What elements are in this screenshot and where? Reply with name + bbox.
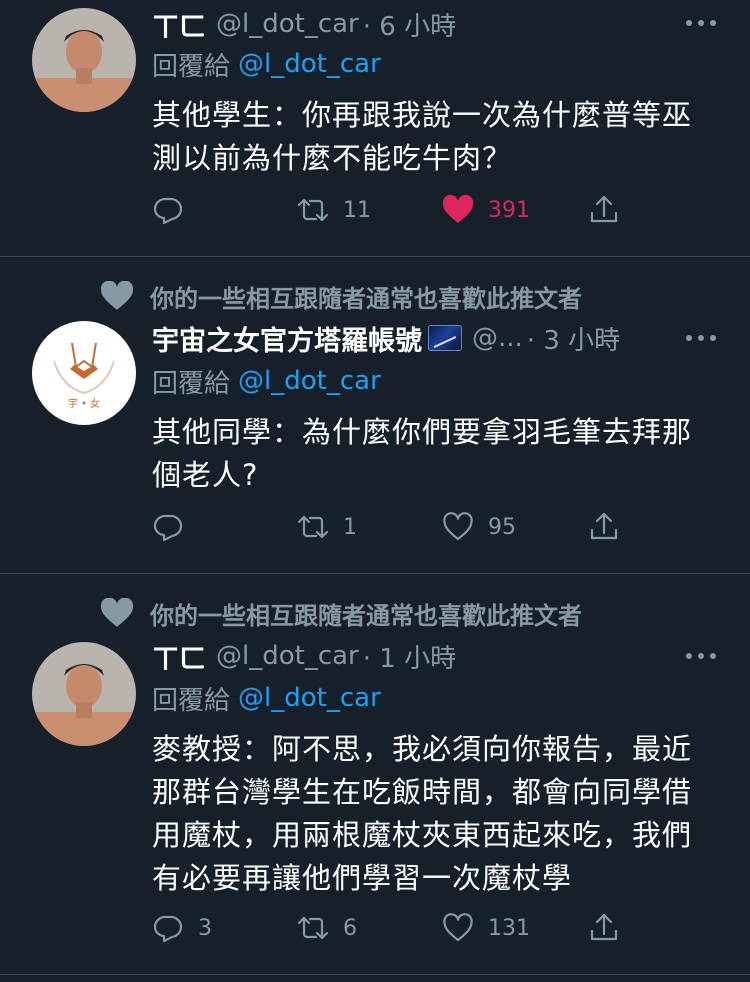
retweet-button[interactable]: 1 <box>297 507 357 547</box>
user-handle[interactable]: @l_dot_car <box>216 641 359 671</box>
share-icon <box>590 195 618 223</box>
heart-icon <box>443 512 473 541</box>
social-context: 你的一些相互跟隨者通常也喜歡此推文者 <box>100 276 582 316</box>
social-context-text: 你的一些相互跟隨者通常也喜歡此推文者 <box>150 601 582 630</box>
avatar[interactable]: 宇 • 女 <box>32 321 136 425</box>
tweet-text-line: 有必要再讓他們學習一次魔杖學 <box>152 861 573 895</box>
divider <box>0 974 750 975</box>
reply-label: 回覆給 <box>152 685 231 716</box>
reply-to-link[interactable]: @l_dot_car <box>238 366 381 396</box>
timestamp[interactable]: · 3 小時 <box>527 320 620 357</box>
like-count: 131 <box>488 915 530 941</box>
reply-label: 回覆給 <box>152 368 231 399</box>
share-button[interactable] <box>588 908 620 948</box>
avatar[interactable] <box>32 8 136 112</box>
tweet-3[interactable]: 你的一些相互跟隨者通常也喜歡此推文者 ㄒㄈ @l_dot_car · 1 小時 … <box>0 574 750 974</box>
retweet-icon <box>297 198 329 222</box>
reply-icon <box>153 197 183 225</box>
heart-icon <box>100 281 134 310</box>
retweet-count: 6 <box>343 915 357 941</box>
reply-count: 3 <box>198 915 212 941</box>
tweet-actions: 3 6 131 <box>152 908 632 948</box>
reply-context: 回覆給 @l_dot_car <box>152 361 381 401</box>
retweet-count: 11 <box>343 197 371 223</box>
tweet-actions: 11 391 <box>152 190 632 230</box>
display-name[interactable]: ㄒㄈ <box>152 5 206 44</box>
tweet-text-line: 用魔杖，用兩根魔杖夾東西起來吃，我們 <box>152 818 693 852</box>
tweet-text: 麥教授：阿不思，我必須向你報告，最近 那群台灣學生在吃飯時間，都會向同學借 用魔… <box>152 728 712 900</box>
like-count: 95 <box>488 514 516 540</box>
tweet-2[interactable]: 你的一些相互跟隨者通常也喜歡此推文者 宇 • 女 宇宙之女官方塔羅帳號 @...… <box>0 257 750 573</box>
tweet-text-line: 個老人? <box>152 458 259 492</box>
retweet-button[interactable]: 6 <box>297 908 357 948</box>
retweet-button[interactable]: 11 <box>297 190 371 230</box>
tweet-text-line: 麥教授：阿不思，我必須向你報告，最近 <box>152 732 693 766</box>
user-handle[interactable]: @... <box>472 323 523 353</box>
user-handle[interactable]: @l_dot_car <box>216 9 359 39</box>
display-name[interactable]: 宇宙之女官方塔羅帳號 <box>152 319 422 358</box>
reply-icon <box>153 514 183 542</box>
tweet-text-line: 測以前為什麼不能吃牛肉？ <box>152 141 513 175</box>
svg-text:宇 • 女: 宇 • 女 <box>68 397 100 410</box>
tweet-feed: ㄒㄈ @l_dot_car · 6 小時 回覆給 @l_dot_car 其他學生… <box>0 0 750 982</box>
display-name[interactable]: ㄒㄈ <box>152 637 206 676</box>
heart-icon <box>443 913 473 942</box>
reply-button[interactable]: 3 <box>152 908 212 948</box>
share-icon <box>590 512 618 540</box>
timestamp[interactable]: · 1 小時 <box>363 638 456 675</box>
like-button[interactable]: 391 <box>442 190 530 230</box>
like-button[interactable]: 131 <box>442 908 530 948</box>
tweet-text-line: 其他學生：你再跟我說一次為什麼普等巫 <box>152 98 693 132</box>
heart-icon <box>442 194 474 223</box>
social-context-text: 你的一些相互跟隨者通常也喜歡此推文者 <box>150 284 582 313</box>
retweet-icon <box>297 515 329 539</box>
retweet-icon <box>297 916 329 940</box>
tweet-1[interactable]: ㄒㄈ @l_dot_car · 6 小時 回覆給 @l_dot_car 其他學生… <box>0 0 750 256</box>
reply-label: 回覆給 <box>152 51 231 82</box>
share-button[interactable] <box>588 190 620 230</box>
tweet-text-line: 那群台灣學生在吃飯時間，都會向同學借 <box>152 775 693 809</box>
avatar[interactable] <box>32 642 136 746</box>
more-icon[interactable] <box>686 18 716 28</box>
share-button[interactable] <box>588 507 620 547</box>
timestamp[interactable]: · 6 小時 <box>363 6 456 43</box>
more-icon[interactable] <box>686 651 716 661</box>
share-icon <box>590 913 618 941</box>
like-count: 391 <box>488 197 530 223</box>
reply-button[interactable] <box>152 507 184 547</box>
reply-to-link[interactable]: @l_dot_car <box>238 49 381 79</box>
tweet-text: 其他同學：為什麼你們要拿羽毛筆去拜那 個老人? <box>152 411 712 497</box>
reply-icon <box>153 915 183 943</box>
reply-context: 回覆給 @l_dot_car <box>152 678 381 718</box>
verified-badge-icon <box>428 325 462 351</box>
retweet-count: 1 <box>343 514 357 540</box>
more-icon[interactable] <box>686 333 716 343</box>
tweet-actions: 1 95 <box>152 507 632 547</box>
tweet-text: 其他學生：你再跟我說一次為什麼普等巫 測以前為什麼不能吃牛肉？ <box>152 94 712 180</box>
tweet-text-line: 其他同學：為什麼你們要拿羽毛筆去拜那 <box>152 415 693 449</box>
reply-button[interactable] <box>152 190 184 230</box>
heart-icon <box>100 598 134 627</box>
like-button[interactable]: 95 <box>442 507 516 547</box>
social-context: 你的一些相互跟隨者通常也喜歡此推文者 <box>100 593 582 633</box>
reply-to-link[interactable]: @l_dot_car <box>238 683 381 713</box>
reply-context: 回覆給 @l_dot_car <box>152 44 381 84</box>
